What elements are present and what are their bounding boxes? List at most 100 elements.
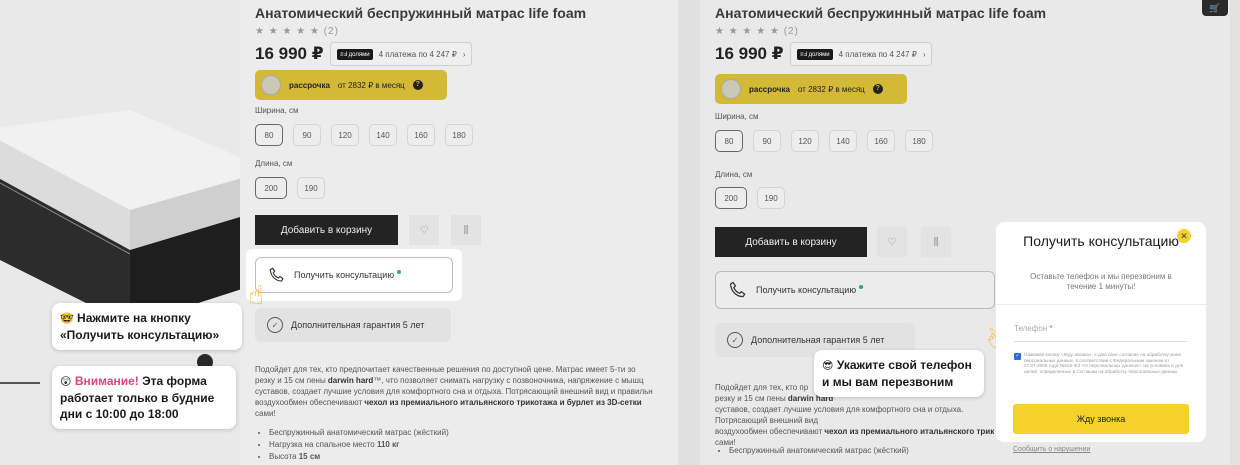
dolyami-widget[interactable]: ≡Ⅎ долями 4 платежа по 4 247 ₽ › bbox=[790, 42, 933, 66]
dolyami-tag: ≡Ⅎ долями bbox=[797, 48, 833, 60]
width-option[interactable]: 180 bbox=[905, 130, 933, 152]
length-option[interactable]: 190 bbox=[297, 177, 325, 199]
guarantee-button[interactable]: ✓ Дополнительная гарантия 5 лет bbox=[255, 308, 451, 342]
modal-title: Получить консультацию bbox=[1023, 233, 1179, 249]
length-label: Длина, см bbox=[255, 159, 293, 168]
favorite-heart-icon[interactable]: ♡ bbox=[409, 215, 439, 245]
length-option[interactable]: 200 bbox=[715, 187, 747, 209]
consult-button[interactable]: Получить консультацию bbox=[715, 271, 995, 309]
width-option[interactable]: 80 bbox=[715, 130, 743, 152]
width-options: 80 90 120 140 160 180 bbox=[255, 124, 473, 146]
length-options: 200 190 bbox=[715, 187, 785, 209]
compare-icon[interactable]: ⫼ bbox=[451, 215, 481, 245]
dolyami-text: 4 платежа по 4 247 ₽ bbox=[838, 49, 917, 59]
bank-seal-icon bbox=[261, 75, 281, 95]
length-option[interactable]: 190 bbox=[757, 187, 785, 209]
phone-input[interactable]: Телефон * bbox=[1014, 324, 1188, 342]
length-label: Длина, см bbox=[715, 170, 753, 179]
reviews-count[interactable]: (2) bbox=[784, 26, 799, 37]
width-label: Ширина, см bbox=[715, 112, 759, 121]
product-price: 16 990 ₽ bbox=[715, 44, 784, 63]
cool-emoji-icon: 😎 bbox=[822, 360, 834, 372]
bank-seal-icon bbox=[721, 79, 741, 99]
consult-label: Получить консультацию bbox=[756, 285, 857, 295]
dolyami-widget[interactable]: ≡Ⅎ долями 4 платежа по 4 247 ₽ › bbox=[330, 42, 473, 66]
consult-modal: ✕ Получить консультацию Оставьте телефон… bbox=[996, 222, 1206, 453]
online-dot bbox=[397, 270, 402, 274]
installment-label: рассрочка bbox=[289, 80, 330, 90]
mattress-image bbox=[0, 110, 240, 325]
reviews-count[interactable]: (2) bbox=[324, 26, 339, 37]
width-option[interactable]: 140 bbox=[369, 124, 397, 146]
phone-icon bbox=[729, 281, 746, 298]
divider bbox=[996, 304, 1206, 305]
list-item: Беспружинный анатомический матрас (жёстк… bbox=[729, 445, 909, 457]
width-option[interactable]: 180 bbox=[445, 124, 473, 146]
feature-list: Беспружинный анатомический матрас (жёстк… bbox=[255, 427, 449, 463]
width-option[interactable]: 90 bbox=[753, 130, 781, 152]
installment-banner[interactable]: рассрочка от 2832 ₽ в месяц ? bbox=[715, 74, 907, 104]
feature-list: Беспружинный анатомический матрас (жёстк… bbox=[715, 445, 909, 457]
width-option[interactable]: 160 bbox=[867, 130, 895, 152]
width-option[interactable]: 140 bbox=[829, 130, 857, 152]
installment-label: рассрочка bbox=[749, 84, 790, 94]
tooltip-warning: Внимание! bbox=[74, 374, 139, 388]
installment-text: от 2832 ₽ в месяц bbox=[337, 80, 405, 90]
chevron-right-icon: › bbox=[462, 49, 466, 59]
width-option[interactable]: 90 bbox=[293, 124, 321, 146]
consult-button[interactable]: Получить консультацию bbox=[255, 257, 453, 293]
product-price: 16 990 ₽ bbox=[255, 44, 324, 63]
dolyami-text: 4 платежа по 4 247 ₽ bbox=[378, 49, 457, 59]
tooltip-text: Нажмите на кнопку «Получить консультацию… bbox=[60, 311, 220, 342]
tooltip-phone: 😎 Укажите свой телефон и мы вам перезвон… bbox=[814, 350, 984, 397]
guarantee-label: Дополнительная гарантия 5 лет bbox=[291, 320, 425, 330]
question-icon[interactable]: ? bbox=[872, 84, 883, 94]
width-label: Ширина, см bbox=[255, 106, 299, 115]
width-option[interactable]: 120 bbox=[791, 130, 819, 152]
consent-text: Нажимая кнопку «Жду звонка», я даю свое … bbox=[1024, 352, 1184, 374]
width-options: 80 90 120 140 160 180 bbox=[715, 130, 933, 152]
width-option[interactable]: 80 bbox=[255, 124, 283, 146]
add-to-cart-button[interactable]: Добавить в корзину bbox=[255, 215, 398, 245]
product-title: Анатомический беспружинный матрас life f… bbox=[715, 5, 1047, 21]
installment-text: от 2832 ₽ в месяц bbox=[797, 84, 865, 94]
modal-subtitle: Оставьте телефон и мы перезвоним в течен… bbox=[1030, 272, 1172, 291]
width-option[interactable]: 120 bbox=[331, 124, 359, 146]
installment-banner[interactable]: рассрочка от 2832 ₽ в месяц ? bbox=[255, 70, 447, 100]
question-icon[interactable]: ? bbox=[412, 80, 423, 90]
rating-stars: ★ ★ ★ ★ ★ (2) bbox=[255, 26, 339, 37]
consent-checkbox[interactable]: ✓ bbox=[1014, 353, 1021, 360]
online-dot bbox=[859, 285, 864, 289]
tooltip-press-button: 🤓 Нажмите на кнопку «Получить консультац… bbox=[52, 303, 242, 350]
chevron-right-icon: › bbox=[922, 49, 926, 59]
nerd-emoji-icon: 🤓 bbox=[60, 313, 74, 325]
add-to-cart-button[interactable]: Добавить в корзину bbox=[715, 227, 867, 257]
check-circle-icon: ✓ bbox=[727, 332, 743, 348]
product-title: Анатомический беспружинный матрас life f… bbox=[255, 5, 587, 21]
dolyami-tag: ≡Ⅎ долями bbox=[337, 48, 373, 60]
compare-icon[interactable]: ⫼ bbox=[921, 227, 951, 257]
product-description: Подойдет для тех, кто предпочитает качес… bbox=[255, 365, 653, 418]
length-options: 200 190 bbox=[255, 177, 325, 199]
consult-label: Получить консультацию bbox=[294, 270, 395, 280]
report-link[interactable]: Сообщить о нарушении bbox=[1013, 446, 1090, 453]
rating-stars: ★ ★ ★ ★ ★ (2) bbox=[715, 26, 799, 37]
call-me-button[interactable]: Жду звонка bbox=[1013, 404, 1189, 434]
list-item: Нагрузка на спальное место 110 кг bbox=[269, 439, 449, 451]
phone-icon bbox=[269, 267, 284, 282]
list-item: Высота 15 см bbox=[269, 451, 449, 463]
favorite-heart-icon[interactable]: ♡ bbox=[877, 227, 907, 257]
scrollbar-track[interactable] bbox=[1230, 0, 1240, 465]
guarantee-label: Дополнительная гарантия 5 лет bbox=[751, 335, 885, 345]
tooltip-text: Укажите свой телефон и мы вам перезвоним bbox=[822, 358, 972, 389]
list-item: Беспружинный анатомический матрас (жёстк… bbox=[269, 427, 449, 439]
width-option[interactable]: 160 bbox=[407, 124, 435, 146]
tooltip-attention: 😲 Внимание! Эта форма работает только в … bbox=[52, 366, 236, 429]
surprised-emoji-icon: 😲 bbox=[60, 376, 72, 388]
cart-icon[interactable]: 🛒 bbox=[1202, 0, 1228, 16]
length-option[interactable]: 200 bbox=[255, 177, 287, 199]
pointing-hand-icon: ☝ bbox=[248, 280, 264, 310]
check-circle-icon: ✓ bbox=[267, 317, 283, 333]
panel-divider bbox=[678, 0, 700, 465]
slider-progress bbox=[0, 382, 40, 384]
